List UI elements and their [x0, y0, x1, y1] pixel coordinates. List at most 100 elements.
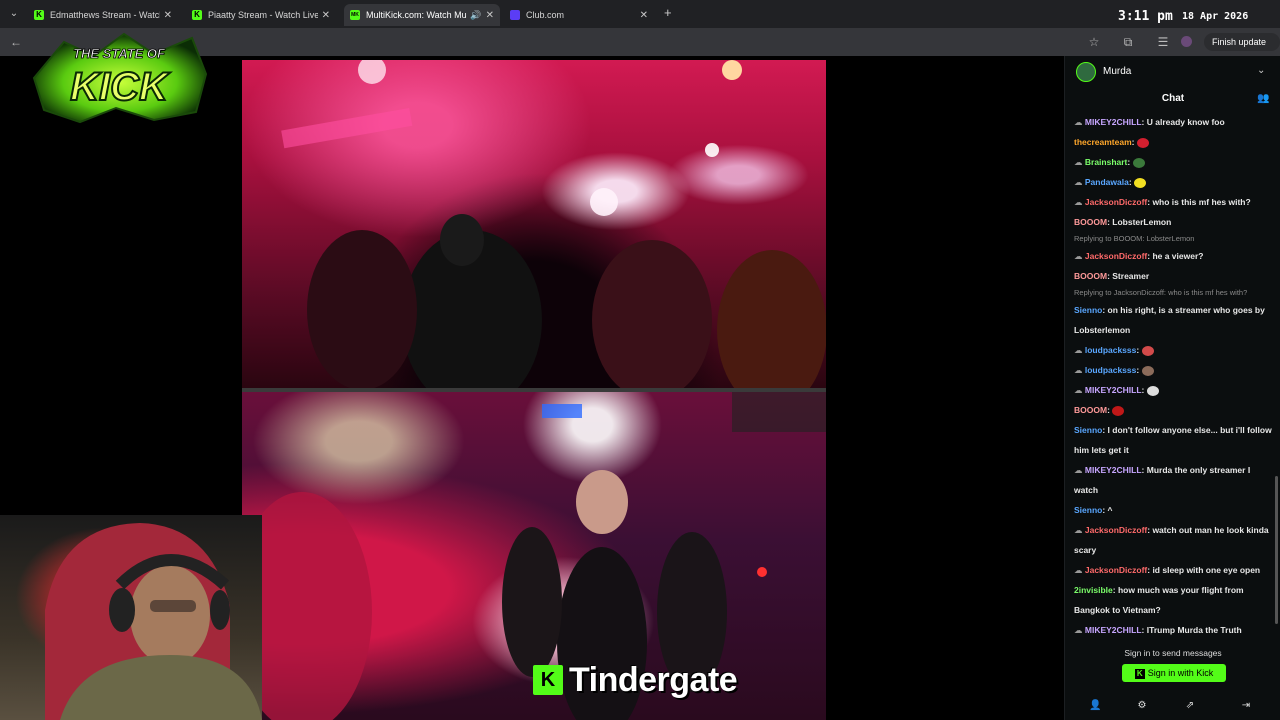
chat-message: ☁ Pandawala:: [1074, 172, 1274, 192]
sub-badge-icon: ☁: [1074, 345, 1085, 355]
chat-message: ☁ loudpacksss:: [1074, 340, 1274, 360]
chat-scrollbar[interactable]: [1275, 476, 1278, 624]
chat-message: ☁ Brainshart:: [1074, 152, 1274, 172]
sub-badge-icon: ☁: [1074, 251, 1085, 261]
profile-avatar[interactable]: [1181, 36, 1192, 47]
sub-badge-icon: ☁: [1074, 157, 1085, 167]
video-caption: K Tindergate: [533, 660, 738, 700]
speaker-icon[interactable]: 🔊: [470, 10, 481, 21]
kick-logo-icon: K: [1134, 668, 1145, 679]
emote-icon: [1141, 365, 1154, 376]
chat-username[interactable]: BOOOM: [1074, 405, 1107, 415]
chat-message: ☁ MIKEY2CHILL: ITrump Murda the Truth: [1074, 620, 1274, 640]
users-icon[interactable]: 👥: [1257, 93, 1269, 104]
chat-username[interactable]: loudpacksss: [1085, 345, 1137, 355]
tab-title: Piaatty Stream - Watch Live on: [208, 10, 318, 20]
emote-icon: [1134, 177, 1147, 188]
sub-badge-icon: ☁: [1074, 565, 1085, 575]
chat-message: BOOOM: Streamer: [1074, 266, 1274, 286]
chat-username[interactable]: Sienno: [1074, 505, 1102, 515]
settings-gear-icon[interactable]: ⚙: [1136, 700, 1148, 712]
state-of-kick-logo: THE STATE OF KICK: [32, 32, 208, 124]
signin-with-kick-button[interactable]: K Sign in with Kick: [1122, 664, 1226, 682]
chat-message: 2invisible: how much was your flight fro…: [1074, 580, 1274, 620]
chat-message: ☁ MIKEY2CHILL: Murda the only streamer I…: [1074, 460, 1274, 500]
tab-close-icon[interactable]: ✕: [164, 10, 172, 21]
video-player-top[interactable]: [242, 60, 826, 388]
chat-username[interactable]: loudpacksss: [1085, 365, 1137, 375]
popout-icon[interactable]: ⇗: [1184, 700, 1196, 712]
chat-username[interactable]: BOOOM: [1074, 217, 1107, 227]
tab-close-icon[interactable]: ✕: [322, 10, 330, 21]
chat-message-text: he a viewer?: [1152, 251, 1204, 261]
chat-username[interactable]: BOOOM: [1074, 271, 1107, 281]
tab-piaatty[interactable]: K Piaatty Stream - Watch Live on ✕: [186, 4, 336, 26]
club-favicon-icon: [510, 10, 520, 20]
chat-username[interactable]: thecreamteam: [1074, 137, 1132, 147]
chat-reply-context: Replying to BOOOM: LobsterLemon: [1074, 234, 1195, 243]
date: 18 Apr 2026: [1182, 11, 1249, 22]
sub-badge-icon: ☁: [1074, 465, 1085, 475]
chat-username[interactable]: Pandawala: [1085, 177, 1129, 187]
chevron-down-icon[interactable]: ⌄: [1257, 65, 1265, 76]
emote-icon: [1136, 137, 1149, 148]
tab-close-icon[interactable]: ✕: [640, 10, 648, 21]
new-tab-icon[interactable]: +: [664, 6, 672, 20]
channel-selector[interactable]: Murda ⌄: [1065, 60, 1280, 84]
back-arrow-icon[interactable]: ←: [8, 34, 24, 50]
chat-message-text: ITrump Murda the Truth: [1146, 625, 1242, 635]
multikick-favicon-icon: MK: [350, 10, 360, 20]
chat-message: ☁ MIKEY2CHILL: U already know foo: [1074, 112, 1274, 132]
chat-message: ☁ JacksonDiczoff: watch out man he look …: [1074, 520, 1274, 560]
signin-prompt: Sign in to send messages: [1124, 648, 1222, 658]
chat-username[interactable]: 2invisible: [1074, 585, 1113, 595]
chat-message: ☁ JacksonDiczoff: id sleep with one eye …: [1074, 560, 1274, 580]
svg-text:THE STATE OF: THE STATE OF: [73, 46, 166, 61]
chat-message: ☁ JacksonDiczoff: he a viewer?: [1074, 246, 1274, 266]
sub-badge-icon: ☁: [1074, 365, 1085, 375]
sub-badge-icon: ☁: [1074, 625, 1085, 635]
chat-title: Chat: [1161, 93, 1185, 104]
tab-club[interactable]: Club.com ✕: [504, 4, 654, 26]
sub-badge-icon: ☁: [1074, 385, 1085, 395]
tab-close-icon[interactable]: ✕: [486, 10, 494, 21]
emote-icon: [1132, 157, 1145, 168]
chat-message-text: ^: [1107, 505, 1113, 515]
screen: ⌄ K Edmatthews Stream - Watch Li ✕ K Pia…: [0, 0, 1280, 720]
chat-username[interactable]: MIKEY2CHILL: [1085, 625, 1142, 635]
sub-badge-icon: ☁: [1074, 177, 1085, 187]
exit-chat-icon[interactable]: ⇥: [1240, 700, 1252, 712]
bookmark-star-icon[interactable]: ☆: [1086, 34, 1102, 50]
chat-username[interactable]: MIKEY2CHILL: [1085, 465, 1142, 475]
nightclub-scene: [281, 60, 826, 388]
kick-favicon-icon: K: [192, 10, 202, 20]
tab-search-icon[interactable]: ⌄: [6, 6, 22, 22]
chat-username[interactable]: JacksonDiczoff: [1085, 565, 1147, 575]
tab-title: MultiKick.com: Watch Multi: [366, 10, 468, 20]
chat-username[interactable]: MIKEY2CHILL: [1085, 117, 1142, 127]
chat-username[interactable]: Sienno: [1074, 425, 1102, 435]
signin-button-label: Sign in with Kick: [1147, 668, 1214, 678]
chat-username[interactable]: Brainshart: [1085, 157, 1128, 167]
chat-username[interactable]: JacksonDiczoff: [1085, 197, 1147, 207]
chat-username[interactable]: JacksonDiczoff: [1085, 251, 1147, 261]
chat-message-list[interactable]: ☁ MIKEY2CHILL: U already know foo thecrea…: [1074, 112, 1274, 640]
tab-edmatthews[interactable]: K Edmatthews Stream - Watch Li ✕: [28, 4, 178, 26]
chat-username[interactable]: MIKEY2CHILL: [1085, 385, 1142, 395]
chat-username[interactable]: Sienno: [1074, 305, 1102, 315]
tab-title: Edmatthews Stream - Watch Li: [50, 10, 160, 20]
finish-update-button[interactable]: Finish update ⋮: [1204, 33, 1280, 65]
chat-message: Sienno: I don't follow anyone else... bu…: [1074, 420, 1274, 460]
chat-message: ☁ MIKEY2CHILL:: [1074, 380, 1274, 400]
kick-favicon-icon: K: [34, 10, 44, 20]
browser-tab-bar: ⌄ K Edmatthews Stream - Watch Li ✕ K Pia…: [0, 0, 1280, 28]
chat-message: BOOOM:: [1074, 400, 1274, 420]
add-friend-icon[interactable]: 👤: [1089, 700, 1101, 712]
extensions-icon[interactable]: ⧉: [1120, 34, 1136, 50]
chat-username[interactable]: JacksonDiczoff: [1085, 525, 1147, 535]
chat-message-text: id sleep with one eye open: [1152, 565, 1261, 575]
clock: 3:11 pm: [1118, 9, 1173, 24]
reading-list-icon[interactable]: ☰: [1155, 34, 1171, 50]
chat-message-text: LobsterLemon: [1112, 217, 1172, 227]
tab-multikick[interactable]: MK MultiKick.com: Watch Multi 🔊 ✕: [344, 4, 500, 26]
